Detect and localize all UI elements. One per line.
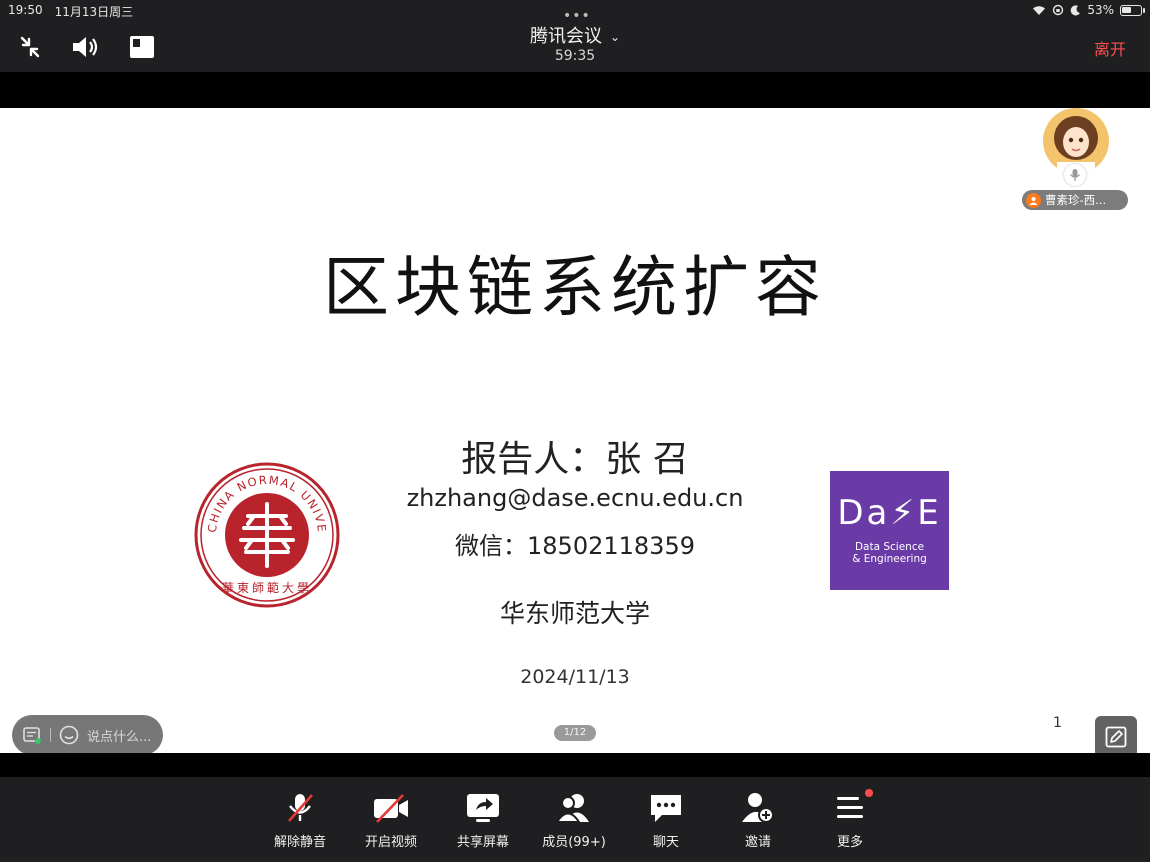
leave-button[interactable]: 离开 — [1094, 36, 1126, 60]
top-bar: 19:50 11月13日周三 53% ••• 腾讯会议 ⌄ 59:35 离开 — [0, 0, 1150, 72]
participant-name: 曹素珍-西... — [1045, 193, 1107, 207]
more-button[interactable]: 更多 — [810, 791, 890, 850]
chat-icon — [647, 791, 685, 825]
top-black-band — [0, 72, 1150, 108]
top-left-controls — [14, 34, 158, 60]
slide-email: zhzhang@dase.ecnu.edu.cn — [406, 484, 744, 512]
dase-logo-subtitle: Data Science & Engineering — [830, 541, 949, 565]
microphone-muted-icon — [281, 791, 319, 825]
meeting-timer: 59:35 — [554, 48, 596, 64]
meeting-toolbar: 解除静音 开启视频 共享屏幕 成员(99+) 聊天 邀请 更多 — [0, 777, 1150, 862]
notification-dot — [865, 789, 873, 797]
invite-label: 邀请 — [744, 835, 771, 850]
meeting-app-title: 腾讯会议 — [529, 26, 602, 47]
share-screen-button[interactable]: 共享屏幕 — [443, 791, 523, 850]
unmute-button[interactable]: 解除静音 — [260, 791, 340, 850]
wifi-icon — [1033, 5, 1046, 15]
share-screen-icon — [464, 791, 502, 825]
page-indicator: 1/12 — [554, 725, 596, 741]
shared-slide: 区块链系统扩容 EAST CHINA NORMAL UNIVERSITY 華東師… — [0, 108, 1150, 753]
slide-reporter: 报告人：张 召 — [461, 439, 689, 480]
start-video-button[interactable]: 开启视频 — [351, 791, 431, 850]
dase-subtitle-line-2: & Engineering — [852, 553, 927, 565]
members-icon — [555, 791, 593, 825]
slide-title: 区块链系统扩容 — [323, 249, 827, 326]
invite-button[interactable]: 邀请 — [718, 791, 798, 850]
chevron-down-icon: ⌄ — [609, 30, 621, 44]
speaker-icon[interactable] — [70, 34, 102, 60]
start-video-label: 开启视频 — [364, 835, 417, 850]
bottom-black-band — [0, 753, 1150, 777]
slide-university: 华东师范大学 — [499, 599, 650, 628]
ecnu-logo-chinese: 華東師範大學 — [222, 580, 312, 595]
user-icon — [1026, 192, 1041, 208]
slide-wechat: 微信：18502118359 — [455, 532, 695, 560]
status-bar-right: 53% — [1032, 3, 1145, 17]
dase-logo: Da⚡E Data Science & Engineering — [830, 471, 949, 590]
chat-label: 聊天 — [652, 835, 679, 850]
microphone-status-icon — [1064, 164, 1086, 186]
meeting-title[interactable]: 腾讯会议 ⌄ — [0, 22, 1150, 48]
unmute-label: 解除静音 — [273, 835, 326, 850]
slide-date: 2024/11/13 — [520, 666, 630, 688]
lock-rotation-icon — [1053, 4, 1064, 16]
status-date: 11月13日周三 — [54, 5, 134, 19]
chat-divider — [50, 728, 51, 742]
share-screen-label: 共享屏幕 — [456, 835, 509, 850]
dase-logo-letters: Da⚡E — [837, 493, 942, 533]
chat-input-pill[interactable]: 说点什么... — [12, 715, 163, 753]
camera-off-icon — [372, 791, 410, 825]
slide-number: 1 — [1053, 715, 1062, 731]
battery-percent: 53% — [1087, 3, 1114, 17]
annotate-pen-icon — [1105, 726, 1127, 748]
danmaku-toggle-icon[interactable] — [22, 725, 42, 745]
participant-name-tag[interactable]: 曹素珍-西... — [1022, 190, 1128, 210]
layout-icon[interactable] — [126, 34, 158, 60]
more-label: 更多 — [836, 835, 863, 850]
dase-subtitle-line-1: Data Science — [854, 541, 925, 553]
emoji-icon[interactable] — [59, 725, 79, 745]
battery-icon — [1120, 4, 1145, 16]
minimize-icon[interactable] — [14, 34, 46, 60]
invite-icon — [739, 791, 777, 825]
more-menu-icon — [831, 791, 869, 825]
status-bar-left: 19:50 11月13日周三 — [8, 3, 133, 20]
members-label: 成员(99+) — [542, 835, 606, 850]
status-time: 19:50 — [8, 3, 43, 17]
moon-icon — [1071, 4, 1081, 15]
members-button[interactable]: 成员(99+) — [534, 791, 614, 850]
annotate-button[interactable] — [1095, 716, 1137, 753]
chat-button[interactable]: 聊天 — [626, 791, 706, 850]
chat-placeholder: 说点什么... — [87, 729, 152, 745]
